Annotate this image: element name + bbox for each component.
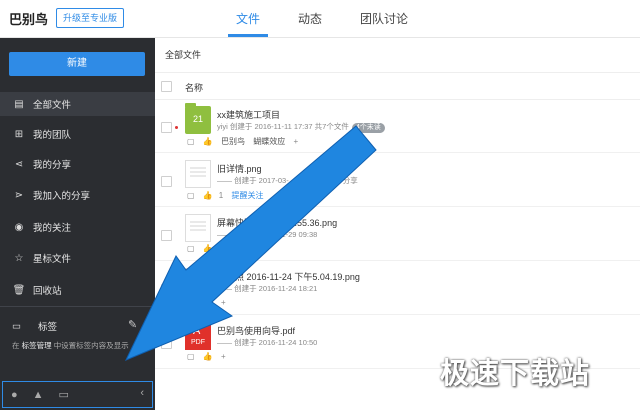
sidebar-item-starred[interactable]: ☆ 星标文件 — [0, 246, 155, 270]
comment-icon[interactable]: ▢ — [187, 191, 195, 200]
row-actions: ▢ 👍 + — [187, 244, 232, 253]
row-checkbox[interactable] — [161, 284, 172, 295]
file-name[interactable]: 旧详情.png — [217, 162, 262, 175]
pdf-icon: A PDF — [185, 322, 211, 350]
like-icon[interactable]: 👍 — [203, 244, 213, 253]
column-name[interactable]: 名称 — [185, 81, 203, 94]
sidebar-item-trash[interactable]: 🗑 回收站 — [0, 278, 155, 302]
table-row[interactable]: 旧详情.png —— 创建于 2017-03- 分享 ▢ 👍 1 提醒关注 — [155, 154, 640, 207]
row-actions: ▢ 👍 巴别鸟 蝴蝶效应 + — [187, 136, 304, 147]
tag-management-link[interactable]: 标签管理 — [22, 341, 52, 350]
android-icon[interactable]: ▲ — [33, 389, 44, 401]
row-checkbox[interactable] — [161, 338, 172, 349]
sidebar-item-following[interactable]: ◉ 我的关注 — [0, 215, 155, 239]
sidebar-item-my-team[interactable]: ⊞ 我的团队 — [0, 122, 155, 146]
breadcrumb[interactable]: 全部文件 — [165, 48, 201, 61]
star-icon: ☆ — [14, 252, 24, 264]
image-thumbnail — [185, 160, 211, 188]
tab-files[interactable]: 文件 — [236, 10, 260, 27]
folder-icon: 21 — [185, 103, 211, 134]
file-meta: —— 创建于 2016-11-29 09:38 — [217, 230, 318, 239]
sidebar: 新建 ▤ 全部文件 ⊞ 我的团队 ⋖ 我的分享 ⋗ 我加入的分享 ◉ 我的关注 … — [0, 38, 155, 410]
file-meta: yiyi 创建于 2016-11-11 17:37 共7个文件 4个未读 — [217, 121, 385, 133]
table-row[interactable]: 照 2016-11-24 下午5.04.19.png —— 创建于 2016-1… — [155, 262, 640, 315]
tags-label: 标签 — [38, 322, 58, 333]
tag-chip[interactable]: 蝴蝶效应 — [253, 137, 285, 146]
file-name[interactable]: xx建筑施工项目 — [217, 108, 280, 121]
joined-share-icon: ⋗ — [14, 189, 24, 201]
share-icon: ⋖ — [14, 158, 24, 170]
desktop-icon[interactable]: ▭ — [59, 388, 69, 401]
list-header: 名称 — [155, 72, 640, 100]
like-count: 1 — [218, 191, 224, 200]
tab-activity[interactable]: 动态 — [298, 10, 322, 27]
app-logo: 巴别鸟 — [9, 12, 49, 27]
file-meta: —— 创建于 2016-11-24 18:21 — [217, 284, 318, 293]
tab-team-discussion[interactable]: 团队讨论 — [360, 10, 408, 27]
row-checkbox[interactable] — [161, 122, 172, 133]
files-icon: ▤ — [14, 98, 24, 110]
table-row[interactable]: 21 xx建筑施工项目 yiyi 创建于 2016-11-11 17:37 共7… — [155, 100, 640, 153]
comment-icon[interactable]: ▢ — [187, 352, 195, 361]
unread-badge: 4个未读 — [351, 123, 385, 133]
sidebar-item-label: 我的分享 — [33, 160, 72, 171]
apple-icon[interactable]: ● — [11, 389, 18, 401]
row-actions: ▢ 👍 + — [187, 352, 232, 361]
like-icon[interactable]: 👍 — [203, 137, 213, 146]
top-bar: 巴别鸟 升级至专业版 文件 动态 团队讨论 — [0, 0, 640, 38]
tag-chip[interactable]: 巴别鸟 — [221, 137, 245, 146]
tag-icon: ▭ — [12, 320, 21, 332]
tag-hint: 在 标签管理 中设置标签内容及显示 — [12, 341, 129, 350]
active-tab-indicator — [228, 34, 268, 37]
add-tag-button[interactable]: + — [221, 244, 226, 253]
watermark-logo: 极速下载站 — [440, 356, 591, 390]
row-checkbox[interactable] — [161, 176, 172, 187]
upgrade-button[interactable]: 升级至专业版 — [56, 8, 125, 28]
add-tag-button[interactable]: + — [221, 352, 226, 361]
table-row[interactable]: 屏幕快照 上午9.55.36.png —— 创建于 2016-11-29 09:… — [155, 208, 640, 261]
like-icon[interactable]: 👍 — [203, 298, 213, 307]
sidebar-item-label: 我的团队 — [33, 130, 72, 141]
file-meta: —— 创建于 2017-03- 分享 — [217, 176, 358, 185]
add-tag-button[interactable]: + — [293, 137, 298, 146]
sidebar-item-label: 我的关注 — [33, 223, 72, 234]
eye-icon: ◉ — [14, 221, 24, 233]
tags-section[interactable]: ▭ 标签 — [12, 318, 142, 334]
unread-dot — [175, 126, 178, 129]
row-actions: ▢ 👍 1 提醒关注 — [187, 190, 269, 201]
comment-icon[interactable]: ▢ — [187, 298, 195, 307]
select-all-checkbox[interactable] — [161, 81, 172, 92]
sidebar-item-label: 我加入的分享 — [33, 191, 91, 202]
trash-icon: 🗑 — [12, 284, 26, 296]
row-checkbox[interactable] — [161, 230, 172, 241]
sidebar-item-label: 回收站 — [33, 286, 62, 297]
comment-icon[interactable]: ▢ — [187, 244, 195, 253]
add-tag-button[interactable]: + — [221, 298, 226, 307]
sidebar-item-my-share[interactable]: ⋖ 我的分享 — [0, 152, 155, 176]
sidebar-item-label: 星标文件 — [33, 254, 72, 265]
file-name[interactable]: 屏幕快照 上午9.55.36.png — [217, 216, 337, 229]
image-thumbnail — [185, 268, 211, 296]
sidebar-item-all-files[interactable]: ▤ 全部文件 — [0, 92, 155, 116]
image-thumbnail — [185, 214, 211, 242]
file-name[interactable]: 巴别鸟使用向导.pdf — [217, 324, 295, 337]
team-icon: ⊞ — [14, 128, 24, 140]
client-download-bar: ● ▲ ▭ ‹ — [2, 381, 153, 408]
like-icon[interactable]: 👍 — [203, 352, 213, 361]
row-actions: ▢ 👍 + — [187, 298, 232, 307]
remind-follow-link[interactable]: 提醒关注 — [231, 191, 263, 200]
new-button[interactable]: 新建 — [9, 52, 145, 76]
sidebar-item-joined-share[interactable]: ⋗ 我加入的分享 — [0, 183, 155, 207]
sidebar-item-label: 全部文件 — [33, 100, 72, 111]
file-meta: —— 创建于 2016-11-24 10:50 — [217, 338, 318, 347]
collapse-icon[interactable]: ‹ — [140, 387, 144, 399]
comment-icon[interactable]: ▢ — [187, 137, 195, 146]
file-name[interactable]: 照 2016-11-24 下午5.04.19.png — [235, 270, 360, 283]
sidebar-divider — [0, 306, 155, 307]
tag-settings-icon[interactable]: ✎ — [128, 318, 137, 331]
like-icon[interactable]: 👍 — [203, 191, 213, 200]
